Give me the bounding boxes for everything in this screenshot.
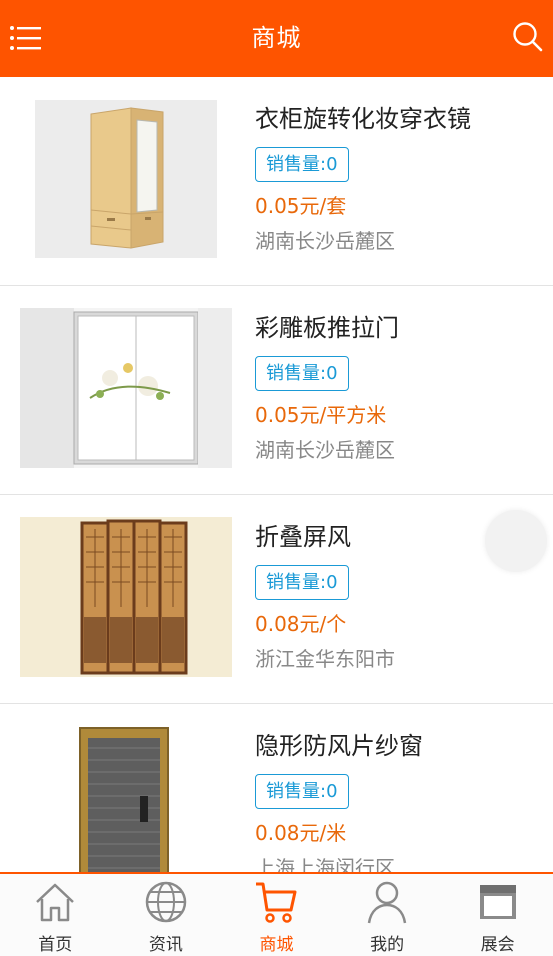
tab-label: 资讯 bbox=[148, 935, 183, 955]
product-location: 上海上海闵行区 bbox=[255, 856, 395, 872]
tab-label: 首页 bbox=[38, 935, 73, 955]
top-bar: 商城 bbox=[0, 0, 553, 77]
product-item[interactable]: 衣柜旋转化妆穿衣镜 销售量:0 0.05元/套 湖南长沙岳麓区 bbox=[0, 77, 553, 286]
product-list: 衣柜旋转化妆穿衣镜 销售量:0 0.05元/套 湖南长沙岳麓区 彩雕板推拉门 销… bbox=[0, 77, 553, 872]
product-price: 0.05元/平方米 bbox=[255, 403, 387, 427]
tab-label: 展会 bbox=[480, 935, 515, 955]
product-price: 0.08元/个 bbox=[255, 612, 347, 636]
product-item[interactable]: 折叠屏风 销售量:0 0.08元/个 浙江金华东阳市 bbox=[0, 495, 553, 704]
product-image-sliding-door[interactable] bbox=[20, 308, 232, 468]
page-title: 商城 bbox=[251, 24, 302, 52]
cart-icon bbox=[256, 882, 297, 923]
tab-label: 商城 bbox=[259, 935, 294, 955]
product-name: 彩雕板推拉门 bbox=[255, 314, 399, 342]
tab-mall[interactable]: 商城 bbox=[221, 874, 332, 956]
store-icon bbox=[479, 885, 516, 919]
home-icon bbox=[36, 883, 75, 922]
product-price: 0.05元/套 bbox=[255, 194, 347, 218]
product-location: 湖南长沙岳麓区 bbox=[255, 438, 395, 462]
globe-icon bbox=[145, 881, 187, 923]
product-name: 衣柜旋转化妆穿衣镜 bbox=[255, 105, 471, 133]
product-price: 0.08元/米 bbox=[255, 821, 347, 845]
sales-badge: 销售量:0 bbox=[255, 147, 349, 182]
tab-home[interactable]: 首页 bbox=[0, 874, 111, 956]
tab-profile[interactable]: 我的 bbox=[332, 874, 443, 956]
product-image-folding-screen[interactable] bbox=[20, 517, 232, 677]
product-item[interactable]: 彩雕板推拉门 销售量:0 0.05元/平方米 湖南长沙岳麓区 bbox=[0, 286, 553, 495]
tab-label: 我的 bbox=[370, 935, 405, 955]
product-image-wardrobe[interactable] bbox=[20, 99, 232, 259]
sales-badge: 销售量:0 bbox=[255, 774, 349, 809]
search-icon[interactable] bbox=[509, 18, 547, 56]
product-item[interactable]: 隐形防风片纱窗 销售量:0 0.08元/米 上海上海闵行区 bbox=[0, 704, 553, 872]
product-location: 湖南长沙岳麓区 bbox=[255, 229, 395, 253]
product-image-screen-window[interactable] bbox=[20, 726, 232, 872]
bottom-tab-bar: 首页 资讯 商城 我的 展会 bbox=[0, 872, 553, 956]
sales-badge: 销售量:0 bbox=[255, 356, 349, 391]
tab-expo[interactable]: 展会 bbox=[442, 874, 553, 956]
floating-action-button[interactable] bbox=[485, 510, 547, 572]
product-location: 浙江金华东阳市 bbox=[255, 647, 395, 671]
user-icon bbox=[367, 881, 407, 924]
tab-news[interactable]: 资讯 bbox=[111, 874, 222, 956]
sales-badge: 销售量:0 bbox=[255, 565, 349, 600]
product-name: 隐形防风片纱窗 bbox=[255, 732, 423, 760]
